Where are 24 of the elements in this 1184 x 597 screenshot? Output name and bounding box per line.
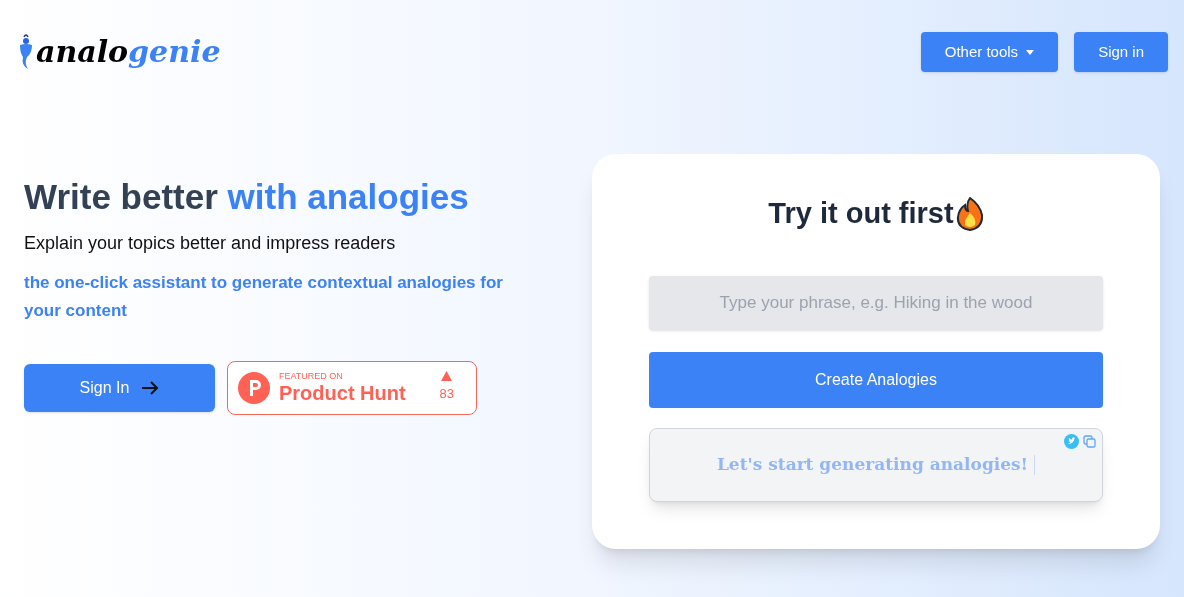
other-tools-button[interactable]: Other tools [920,32,1059,72]
product-hunt-icon [238,371,270,404]
featured-caption: FEATURED ON [279,372,344,381]
tagline: the one-click assistant to generate contextual analogies for your content [24,271,504,322]
create-analogies-button[interactable]: Create Analogies [649,351,1103,408]
upvote-icon [441,371,453,382]
text-cursor [1034,454,1036,475]
sign-in-button[interactable]: Sign in [1074,32,1168,72]
fire-icon [955,196,984,231]
genie-icon [18,33,34,71]
phrase-input[interactable]: Type your phrase, e.g. Hiking in the wood [649,275,1103,330]
copy-icon[interactable] [1083,434,1096,448]
output-text: Let's start generating analogies! [716,452,1029,476]
product-hunt-badge[interactable]: FEATURED ON Product Hunt 83 [227,360,477,415]
caret-icon [1026,49,1035,55]
logo-text: analogenie [36,37,221,67]
card-title: Try it out first [768,196,954,231]
headline: Write better with analogies [24,176,470,218]
vote-count: 83 [439,385,454,404]
arrow-right-icon [141,380,160,395]
product-hunt-name: Product Hunt [279,383,407,403]
sign-in-button[interactable]: Sign In [24,363,215,412]
twitter-icon[interactable] [1064,433,1079,449]
subtitle: Explain your topics better and impress readers [24,231,397,255]
